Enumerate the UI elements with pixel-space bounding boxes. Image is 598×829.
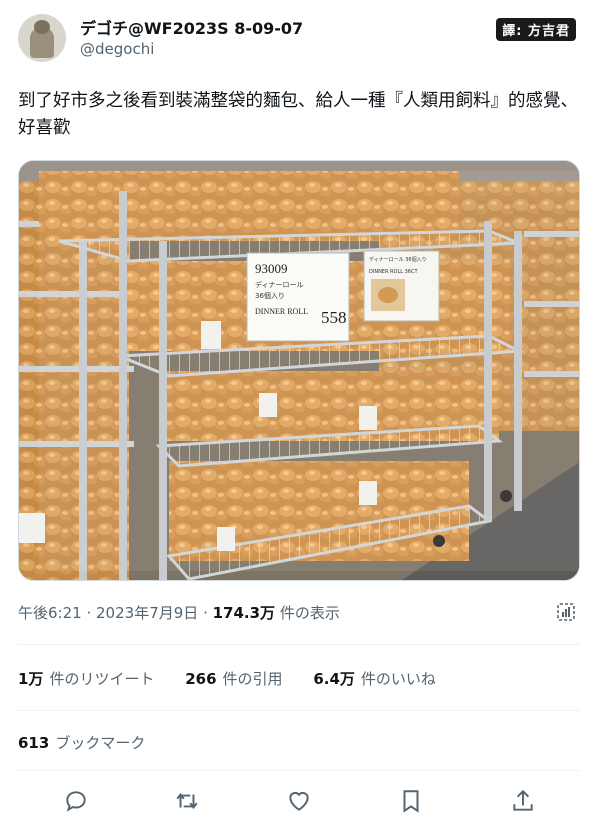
share-icon[interactable] — [510, 788, 536, 814]
translator-badge: 譯: 方吉君 — [496, 18, 576, 41]
avatar[interactable] — [18, 14, 66, 62]
sign-jp-name: ディナーロール — [255, 280, 304, 289]
sign-en-name: DINNER ROLL — [255, 307, 308, 316]
meta-separator: · — [203, 604, 213, 622]
action-bar — [18, 784, 580, 818]
tweet-header: デゴチ@WF2023S 8-09-07 @degochi 譯: 方吉君 — [18, 12, 580, 64]
small-sign-jp: ディナーロール 36個入り — [369, 256, 427, 263]
photo-illustration: 93009 ディナーロール 36個入り DINNER ROLL 558 ディナー… — [19, 161, 579, 580]
retweets-stat[interactable]: 1万 件のリツイート — [18, 670, 154, 688]
tweet-time[interactable]: 午後6:21 — [18, 604, 82, 622]
bookmarks-label: ブックマーク — [55, 734, 146, 752]
sign-jp-count: 36個入り — [255, 291, 285, 300]
user-handle[interactable]: @degochi — [80, 40, 154, 58]
divider — [18, 770, 580, 771]
divider — [18, 644, 580, 645]
views-count: 174.3万 — [212, 604, 276, 622]
quotes-stat[interactable]: 266 件の引用 — [185, 670, 282, 688]
tweet-meta: 午後6:21 · 2023年7月9日 · 174.3万 件の表示 — [18, 602, 340, 623]
avatar-figure-head — [34, 20, 50, 34]
meta-separator: · — [86, 604, 97, 622]
sign-code: 93009 — [255, 261, 288, 276]
sign-price: 558 — [321, 308, 347, 327]
bookmarks-stat[interactable]: 613 ブックマーク — [18, 732, 145, 753]
engagement-stats: 1万 件のリツイート 266 件の引用 6.4万 件のいいね — [18, 668, 462, 689]
reply-icon[interactable] — [63, 788, 89, 814]
like-icon[interactable] — [286, 788, 312, 814]
analytics-icon[interactable] — [556, 602, 576, 622]
likes-stat[interactable]: 6.4万 件のいいね — [313, 670, 436, 688]
views-label: 件の表示 — [279, 604, 340, 622]
display-name[interactable]: デゴチ@WF2023S 8-09-07 — [80, 15, 303, 39]
divider — [18, 710, 580, 711]
retweet-icon[interactable] — [174, 788, 200, 814]
tweet-date[interactable]: 2023年7月9日 — [96, 604, 198, 622]
tweet-photo[interactable]: 93009 ディナーロール 36個入り DINNER ROLL 558 ディナー… — [18, 160, 580, 581]
bookmarks-count: 613 — [18, 734, 50, 752]
bookmark-icon[interactable] — [398, 788, 424, 814]
tweet-text: 到了好市多之後看到裝滿整袋的麵包、給人一種『人類用飼料』的感覺、好喜歡 — [18, 91, 578, 138]
small-sign-en: DINNER ROLL 36CT — [369, 269, 418, 275]
